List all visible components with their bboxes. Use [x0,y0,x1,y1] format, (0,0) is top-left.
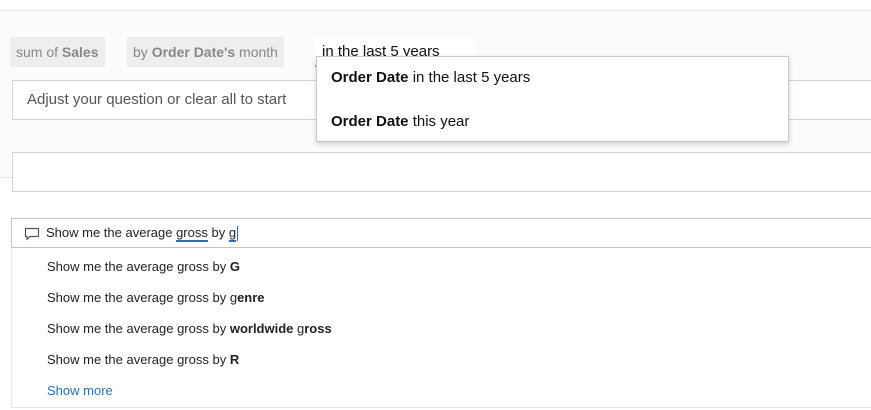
query-prefix: Show me the average [46,225,177,240]
query-recognized-word[interactable]: gross [176,225,208,240]
pill-field: Order Date's [151,44,236,60]
query-middle: by [207,225,229,240]
option-text: in the last 5 years [408,69,531,86]
query-typed-text: g [228,225,237,240]
query-text: Show me the average gross by g [46,219,239,247]
show-more-link[interactable]: Show more [47,383,113,398]
suggestion-match: worldwide [229,321,294,336]
suggestion-match: ross [304,321,332,336]
option-text: this year [408,113,470,130]
pill-suffix: month [235,44,278,60]
chat-bubble-icon [24,227,40,241]
query-suggestion-list: Show me the average gross by G Show me t… [11,248,871,408]
option-field: Order Date [331,113,409,130]
suggestion-text: Show me the average gross by g [47,290,238,305]
dimension-pill[interactable]: by Order Date's month [127,37,284,67]
suggestion-item[interactable]: Show me the average gross by R [47,352,239,367]
query-input[interactable]: Show me the average gross by g [11,218,871,248]
suggestion-match: R [229,352,240,367]
suggestion-text: g [293,321,305,336]
empty-input-field[interactable] [12,152,871,192]
suggestion-text: Show me the average gross by [47,259,230,274]
suggestion-item[interactable]: Show me the average gross by genre [47,290,265,305]
suggestion-match: G [229,259,240,274]
option-field: Order Date [331,69,409,86]
dropdown-option[interactable]: Order Date this year [331,113,469,130]
hint-text: Adjust your question or clear all to sta… [27,91,287,108]
pill-field: Sales [61,44,99,60]
measure-pill[interactable]: sum of Sales [10,37,105,67]
suggestion-item[interactable]: Show me the average gross by G [47,259,240,274]
pill-prefix: sum of [16,44,62,60]
suggestion-text: Show me the average gross by [47,321,230,336]
suggestion-item[interactable]: Show me the average gross by worldwide g… [47,321,332,336]
suggestion-text: Show me the average gross by [47,352,230,367]
pill-prefix: by [133,44,152,60]
suggestion-match: enre [237,290,265,305]
filter-suggestion-dropdown: Order Date in the last 5 years Order Dat… [316,56,789,142]
text-cursor [237,226,239,242]
dropdown-option[interactable]: Order Date in the last 5 years [331,69,530,86]
